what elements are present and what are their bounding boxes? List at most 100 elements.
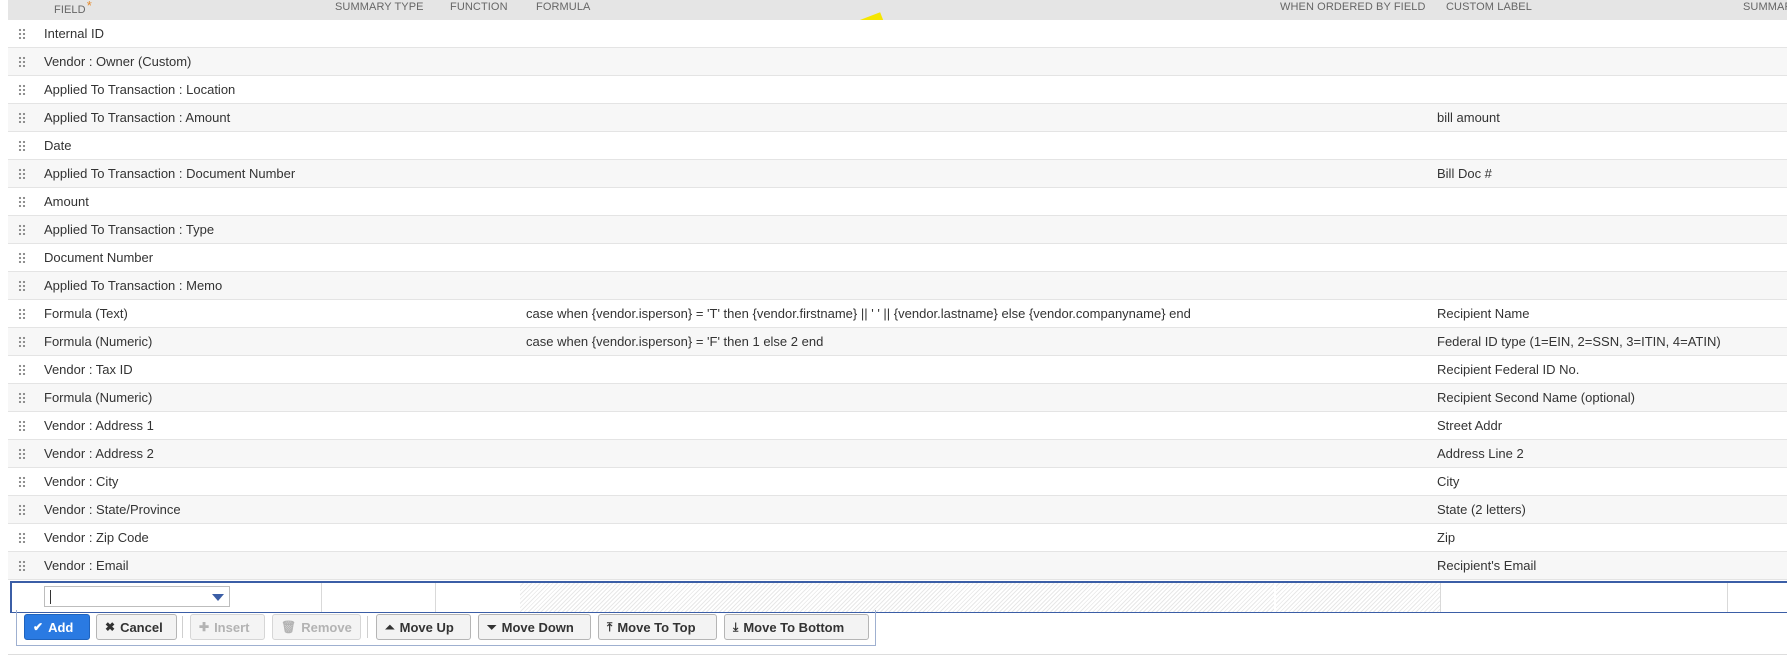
drag-handle-icon[interactable] <box>18 140 26 151</box>
field-cell[interactable]: Applied To Transaction : Location <box>44 82 235 97</box>
move-to-bottom-icon: ⤓ <box>733 620 739 634</box>
formula-cell[interactable]: case when {vendor.isperson} = 'T' then {… <box>526 306 1191 321</box>
drag-handle-icon[interactable] <box>18 392 26 403</box>
table-row[interactable]: Formula (Numeric) case when {vendor.isper… <box>8 328 1787 356</box>
table-row[interactable]: Applied To Transaction : Document Number… <box>8 160 1787 188</box>
move-down-button[interactable]: ⏷ Move Down <box>478 614 591 640</box>
table-row[interactable]: Vendor : State/Province State (2 letters) <box>8 496 1787 524</box>
drag-handle-icon[interactable] <box>18 252 26 263</box>
field-cell[interactable]: Vendor : Email <box>44 558 129 573</box>
table-row[interactable]: Date <box>8 132 1787 160</box>
table-row[interactable]: Formula (Text) case when {vendor.isperson… <box>8 300 1787 328</box>
table-row[interactable]: Vendor : Owner (Custom) <box>8 48 1787 76</box>
plus-icon: ✚ <box>199 620 210 634</box>
custom-label-cell[interactable]: Recipient Federal ID No. <box>1437 362 1579 377</box>
table-row[interactable]: Formula (Numeric) Recipient Second Name (… <box>8 384 1787 412</box>
custom-label-cell[interactable]: Recipient's Email <box>1437 558 1536 573</box>
table-row[interactable]: Applied To Transaction : Type <box>8 216 1787 244</box>
toolbar-divider <box>182 616 183 638</box>
field-cell[interactable]: Formula (Text) <box>44 306 128 321</box>
custom-label-cell[interactable]: Bill Doc # <box>1437 166 1492 181</box>
arrow-up-icon: ⏶ <box>385 620 395 634</box>
drag-handle-icon[interactable] <box>18 224 26 235</box>
table-row[interactable]: Vendor : City City <box>8 468 1787 496</box>
table-row[interactable]: Vendor : Address 2 Address Line 2 <box>8 440 1787 468</box>
table-row[interactable]: Amount <box>8 188 1787 216</box>
column-header-summary-type[interactable]: SUMMARY TYPE <box>335 1 424 13</box>
column-header-when-ordered-by-field[interactable]: WHEN ORDERED BY FIELD <box>1280 1 1426 13</box>
insert-button[interactable]: ✚ Insert <box>190 614 265 640</box>
field-cell[interactable]: Applied To Transaction : Memo <box>44 278 222 293</box>
drag-handle-icon[interactable] <box>18 28 26 39</box>
field-cell[interactable]: Document Number <box>44 250 153 265</box>
custom-label-cell[interactable]: Federal ID type (1=EIN, 2=SSN, 3=ITIN, 4… <box>1437 334 1721 349</box>
drag-handle-icon[interactable] <box>18 308 26 319</box>
column-header-field-label: FIELD <box>54 4 86 16</box>
field-cell[interactable]: Internal ID <box>44 26 104 41</box>
table-row[interactable]: Vendor : Tax ID Recipient Federal ID No. <box>8 356 1787 384</box>
field-cell[interactable]: Formula (Numeric) <box>44 334 152 349</box>
edit-cell-divider <box>321 583 322 612</box>
drag-handle-icon[interactable] <box>18 560 26 571</box>
drag-handle-icon[interactable] <box>18 364 26 375</box>
field-cell[interactable]: Applied To Transaction : Amount <box>44 110 230 125</box>
chevron-down-icon[interactable] <box>212 594 224 601</box>
drag-handle-icon[interactable] <box>18 420 26 431</box>
column-header-summary-label[interactable]: SUMMAF <box>1743 1 1787 13</box>
field-cell[interactable]: Date <box>44 138 71 153</box>
drag-handle-icon[interactable] <box>18 476 26 487</box>
field-cell[interactable]: Vendor : State/Province <box>44 502 181 517</box>
table-row[interactable]: Applied To Transaction : Memo <box>8 272 1787 300</box>
move-to-top-button[interactable]: ⤒ Move To Top <box>598 614 717 640</box>
column-header-formula[interactable]: FORMULA <box>536 1 590 13</box>
custom-label-cell[interactable]: Address Line 2 <box>1437 446 1524 461</box>
table-row[interactable]: Internal ID <box>8 20 1787 48</box>
table-row[interactable]: Vendor : Address 1 Street Addr <box>8 412 1787 440</box>
drag-handle-icon[interactable] <box>18 84 26 95</box>
drag-handle-icon[interactable] <box>18 280 26 291</box>
drag-handle-icon[interactable] <box>18 448 26 459</box>
drag-handle-icon[interactable] <box>18 56 26 67</box>
new-field-edit-row[interactable] <box>10 581 1787 613</box>
drag-handle-icon[interactable] <box>18 336 26 347</box>
drag-handle-icon[interactable] <box>18 532 26 543</box>
column-header-custom-label[interactable]: CUSTOM LABEL <box>1446 1 1532 13</box>
custom-label-cell[interactable]: Recipient Name <box>1437 306 1530 321</box>
table-row[interactable]: Vendor : Zip Code Zip <box>8 524 1787 552</box>
field-select-dropdown[interactable] <box>44 586 230 607</box>
field-cell[interactable]: Vendor : Zip Code <box>44 530 149 545</box>
column-header-field[interactable]: FIELD* <box>54 0 92 16</box>
field-cell[interactable]: Amount <box>44 194 89 209</box>
custom-label-cell[interactable]: Zip <box>1437 530 1455 545</box>
field-cell[interactable]: Vendor : City <box>44 474 118 489</box>
cancel-button[interactable]: ✖ Cancel <box>96 614 177 640</box>
field-cell[interactable]: Vendor : Tax ID <box>44 362 133 377</box>
drag-handle-icon[interactable] <box>18 196 26 207</box>
custom-label-cell[interactable]: bill amount <box>1437 110 1500 125</box>
edit-cell-divider <box>435 583 436 612</box>
custom-label-cell[interactable]: Recipient Second Name (optional) <box>1437 390 1635 405</box>
move-to-bottom-button[interactable]: ⤓ Move To Bottom <box>724 614 869 640</box>
drag-handle-icon[interactable] <box>18 168 26 179</box>
drag-handle-icon[interactable] <box>18 504 26 515</box>
insert-button-label: Insert <box>214 619 250 635</box>
drag-handle-icon[interactable] <box>18 112 26 123</box>
custom-label-cell[interactable]: State (2 letters) <box>1437 502 1526 517</box>
field-cell[interactable]: Vendor : Owner (Custom) <box>44 54 191 69</box>
table-row[interactable]: Vendor : Email Recipient's Email <box>8 552 1787 580</box>
table-row[interactable]: Applied To Transaction : Location <box>8 76 1787 104</box>
table-row[interactable]: Document Number <box>8 244 1787 272</box>
custom-label-cell[interactable]: City <box>1437 474 1459 489</box>
field-cell[interactable]: Applied To Transaction : Document Number <box>44 166 295 181</box>
column-header-function[interactable]: FUNCTION <box>450 1 508 13</box>
custom-label-cell[interactable]: Street Addr <box>1437 418 1502 433</box>
move-up-button[interactable]: ⏶ Move Up <box>376 614 471 640</box>
field-cell[interactable]: Formula (Numeric) <box>44 390 152 405</box>
field-cell[interactable]: Vendor : Address 2 <box>44 446 154 461</box>
add-button[interactable]: ✔ Add <box>24 614 90 640</box>
field-cell[interactable]: Applied To Transaction : Type <box>44 222 214 237</box>
table-row[interactable]: Applied To Transaction : Amount bill amou… <box>8 104 1787 132</box>
formula-cell[interactable]: case when {vendor.isperson} = 'F' then 1… <box>526 334 823 349</box>
field-cell[interactable]: Vendor : Address 1 <box>44 418 154 433</box>
remove-button[interactable]: 🗑 Remove <box>272 614 361 640</box>
